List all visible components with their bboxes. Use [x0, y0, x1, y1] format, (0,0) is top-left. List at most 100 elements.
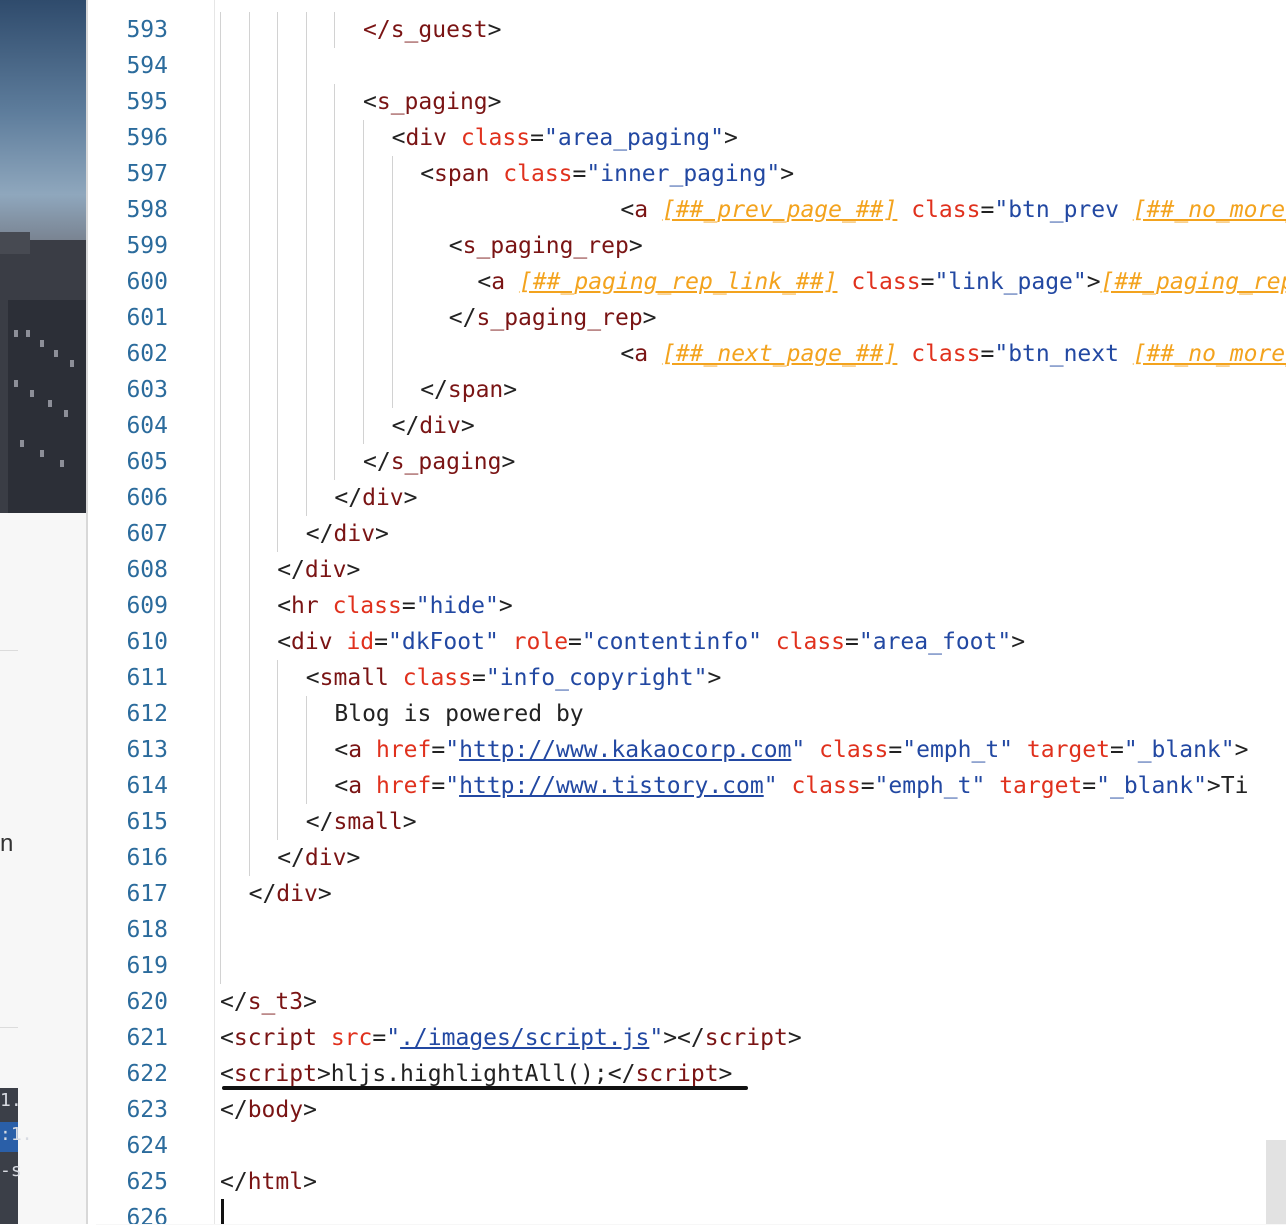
token-attr: class: [460, 125, 531, 151]
indent-guide: [363, 300, 364, 336]
code-text: <a [##_prev_page_##] class="btn_prev [##…: [620, 192, 1286, 228]
code-line[interactable]: 607 </div>: [96, 516, 1286, 552]
scrollbar-thumb[interactable]: [1266, 1140, 1286, 1224]
token-tag: s_paging: [376, 89, 488, 115]
code-line[interactable]: 620 </s_t3>: [96, 984, 1286, 1020]
code-line[interactable]: 618: [96, 912, 1286, 948]
code-line[interactable]: 615 </small>: [96, 804, 1286, 840]
indent-guide: [220, 192, 221, 228]
indent-guide: [248, 372, 250, 408]
code-line[interactable]: 605 </s_paging>: [96, 444, 1286, 480]
token-link[interactable]: ./images/script.js: [400, 1025, 649, 1051]
indent-guide: [277, 660, 279, 696]
token-attr: src: [330, 1025, 373, 1051]
token-tag: div: [405, 125, 447, 151]
code-line[interactable]: 625 </html>: [96, 1164, 1286, 1200]
code-line[interactable]: 626: [96, 1200, 1286, 1224]
code-line[interactable]: 617 </div>: [96, 876, 1286, 912]
token-link[interactable]: http://www.kakaocorp.com: [459, 737, 791, 763]
line-number: 598: [126, 197, 168, 223]
divider: [0, 650, 18, 651]
indent-guide: [334, 84, 336, 120]
indent-guide: [248, 552, 250, 588]
divider: [0, 1027, 18, 1028]
code-line[interactable]: 606 </div>: [96, 480, 1286, 516]
code-line[interactable]: 609 <hr class="hide">: [96, 588, 1286, 624]
code-text: </div>: [277, 552, 360, 588]
token-text: </: [305, 521, 334, 547]
token-tpl: [##_paging_rep_link_##]: [518, 269, 838, 295]
code-line[interactable]: 599 <s_paging_rep>: [96, 228, 1286, 264]
line-number: 594: [126, 53, 168, 79]
indent-guide: [334, 264, 336, 300]
code-line[interactable]: 595 <s_paging>: [96, 84, 1286, 120]
indent-guide: [220, 912, 221, 948]
code-text: <div class="area_paging">: [392, 120, 738, 156]
code-line[interactable]: 624: [96, 1128, 1286, 1164]
code-line[interactable]: 619: [96, 948, 1286, 984]
token-text: =: [530, 125, 544, 151]
token-tag: a: [634, 341, 649, 367]
code-line[interactable]: 596 <div class="area_paging">: [96, 120, 1286, 156]
token-attr: id: [346, 629, 375, 655]
code-line[interactable]: 597 <span class="inner_paging">: [96, 156, 1286, 192]
code-line[interactable]: 598 <a [##_prev_page_##] class="btn_prev …: [96, 192, 1286, 228]
code-text: <s_paging_rep>: [449, 228, 643, 264]
token-text: >: [303, 989, 317, 1015]
indent-guide: [277, 48, 279, 84]
token-text: </: [448, 305, 477, 331]
code-line[interactable]: 623 </body>: [96, 1092, 1286, 1128]
code-line[interactable]: 601 </s_paging_rep>: [96, 300, 1286, 336]
code-line[interactable]: 610 <div id="dkFoot" role="contentinfo" c…: [96, 624, 1286, 660]
code-line[interactable]: 608 </div>: [96, 552, 1286, 588]
indent-guide: [363, 336, 364, 372]
token-text: <: [391, 125, 406, 151]
indent-guide: [363, 264, 364, 300]
indent-guide: [220, 552, 221, 588]
token-str: "btn_next: [994, 341, 1133, 367]
token-link[interactable]: http://www.tistory.com: [459, 773, 764, 799]
code-text: <small class="info_copyright">: [306, 660, 722, 696]
partial-text: n: [0, 830, 14, 857]
code-line[interactable]: 612 Blog is powered by: [96, 696, 1286, 732]
token-text: =: [845, 629, 859, 655]
indent-guide: [248, 444, 250, 480]
token-text: <: [220, 1025, 234, 1051]
code-text: </s_t3>: [220, 984, 317, 1020]
indent-guide: [334, 372, 336, 408]
token-text: <: [305, 665, 320, 691]
indent-guide: [334, 120, 336, 156]
token-text: </: [334, 485, 363, 511]
code-line[interactable]: 594: [96, 48, 1286, 84]
line-number: 625: [126, 1169, 168, 1195]
indent-guide: [391, 300, 393, 336]
code-line[interactable]: 621 <script src="./images/script.js"></sc…: [96, 1020, 1286, 1056]
token-text: <: [363, 89, 377, 115]
token-text: =: [888, 737, 903, 763]
token-tag: a: [348, 773, 363, 799]
token-text: =: [1082, 773, 1097, 799]
code-line[interactable]: 600 <a [##_paging_rep_link_##] class="lin…: [96, 264, 1286, 300]
code-line[interactable]: 613 <a href="http://www.kakaocorp.com" cl…: [96, 732, 1286, 768]
code-line[interactable]: 602 <a [##_next_page_##] class="btn_next …: [96, 336, 1286, 372]
token-text: >: [487, 89, 502, 115]
indent-guide: [305, 732, 307, 768]
code-editor[interactable]: 593 </s_guest> 594 595 <s_paging> 596 <div cla…: [96, 0, 1286, 1224]
token-text: </: [363, 449, 391, 475]
code-line[interactable]: 611 <small class="info_copyright">: [96, 660, 1286, 696]
indent-guide: [220, 732, 221, 768]
code-line[interactable]: 593 </s_guest>: [96, 12, 1286, 48]
code-line[interactable]: 604 </div>: [96, 408, 1286, 444]
code-line[interactable]: 616 </div>: [96, 840, 1286, 876]
indent-guide: [248, 300, 250, 336]
indent-guide: [277, 732, 279, 768]
token-tag: small: [333, 809, 403, 835]
code-line[interactable]: 603 </span>: [96, 372, 1286, 408]
code-line[interactable]: 614 <a href="http://www.tistory.com" clas…: [96, 768, 1286, 804]
token-text: >: [642, 305, 657, 331]
indent-guide: [248, 228, 250, 264]
indent-guide: [248, 156, 250, 192]
